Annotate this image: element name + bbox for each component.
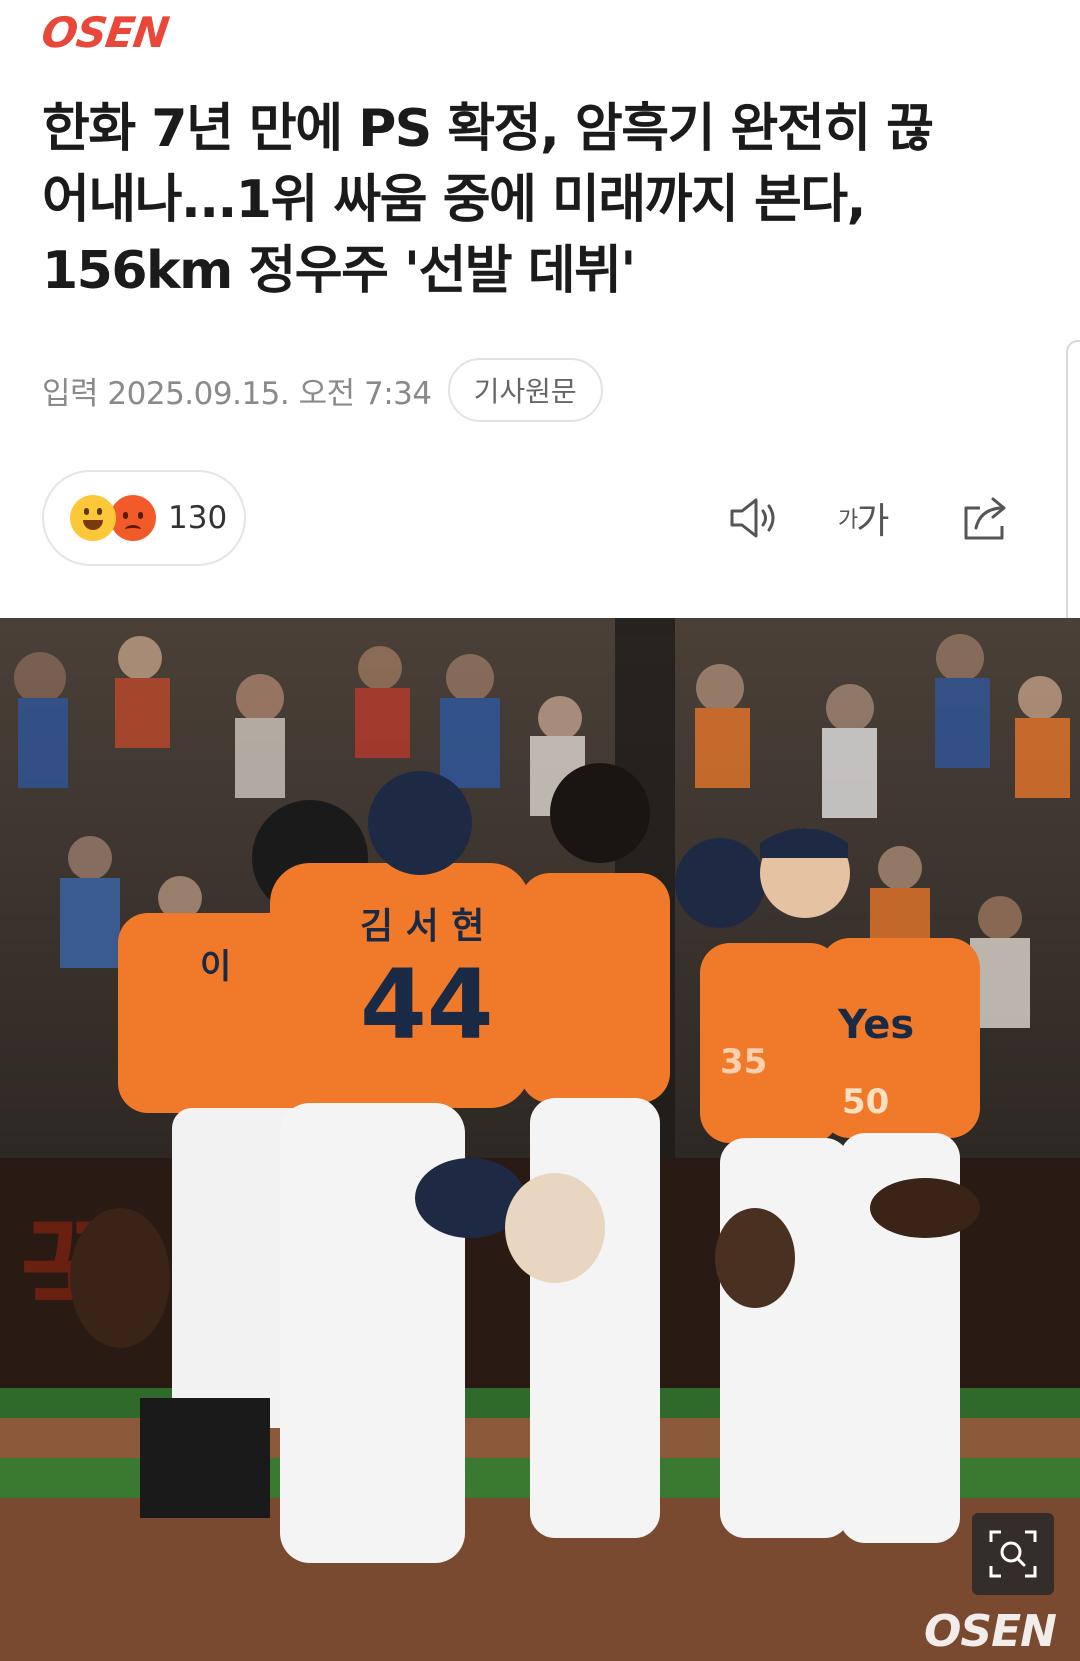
share-icon: [964, 497, 1006, 540]
publish-date: 입력 2025.09.15. 오전 7:34: [42, 375, 432, 412]
osen-logo[interactable]: OSEN: [39, 8, 172, 57]
speaker-button[interactable]: [728, 488, 780, 548]
headline-line: 156km 정우주 '선발 데뷔': [42, 241, 636, 301]
jersey-number-main: 44: [360, 949, 494, 1061]
article-photo[interactable]: 꾹 이 김 서 현 44: [0, 618, 1080, 1661]
article-meta: 입력 2025.09.15. 오전 7:34 기사원문: [42, 358, 603, 422]
jersey-number-mid: 35: [720, 1042, 767, 1082]
zoom-icon: [989, 1530, 1037, 1578]
headline-line: 한화 7년 만에 PS 확정, 암흑기 완전히 끊: [42, 99, 934, 159]
jersey-number-right: 50: [842, 1082, 889, 1122]
share-button[interactable]: [960, 488, 1012, 548]
zoom-button[interactable]: [972, 1513, 1054, 1595]
reaction-count: 130: [168, 500, 228, 536]
baseball-team-photo: 꾹 이 김 서 현 44: [0, 618, 1080, 1661]
article-headline: 한화 7년 만에 PS 확정, 암흑기 완전히 끊 어내나...1위 싸움 중에…: [42, 94, 1042, 307]
jersey-name-main: 김 서 현: [360, 906, 484, 947]
reaction-button[interactable]: 130: [42, 470, 246, 566]
font-size-button[interactable]: 가가: [838, 488, 889, 548]
headline-line: 어내나...1위 싸움 중에 미래까지 본다,: [42, 170, 866, 230]
font-size-small-label: 가: [838, 508, 858, 533]
speaker-icon: [730, 498, 775, 538]
photo-watermark: OSEN: [924, 1606, 1057, 1657]
angry-face-icon: [110, 495, 156, 541]
jersey-name-left: 이: [200, 947, 231, 987]
jersey-eagles-text: Yes: [837, 1002, 914, 1048]
font-size-big-label: 가: [856, 501, 889, 542]
original-article-button[interactable]: 기사원문: [447, 358, 603, 422]
scrollbar[interactable]: [1066, 340, 1080, 622]
happy-face-icon: [70, 495, 116, 541]
